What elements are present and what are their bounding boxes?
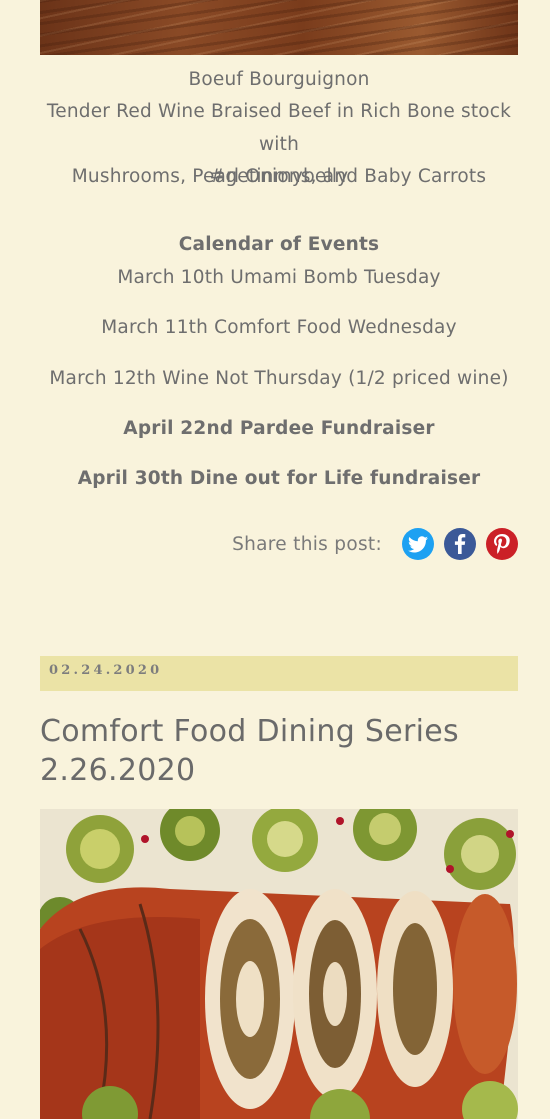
- share-twitter-button[interactable]: [402, 528, 434, 560]
- event-item: March 10th Umami Bomb Tuesday: [117, 267, 441, 288]
- share-facebook-button[interactable]: [444, 528, 476, 560]
- page: Boeuf Bourguignon Tender Red Wine Braise…: [0, 0, 550, 1119]
- event-item: March 12th Wine Not Thursday (1/2 priced…: [49, 368, 509, 389]
- twitter-icon: [408, 535, 428, 552]
- share-pinterest-button[interactable]: [486, 528, 518, 560]
- share-label: Share this post:: [232, 533, 382, 555]
- pinterest-icon: [494, 534, 510, 554]
- event-item: March 11th Comfort Food Wednesday: [101, 317, 457, 338]
- food-illustration: [40, 809, 518, 1119]
- dish-description-line: Tender Red Wine Braised Beef in Rich Bon…: [46, 101, 512, 155]
- share-row: Share this post:: [232, 527, 518, 561]
- post-title-line: 2.26.2020: [40, 753, 196, 788]
- event-item: April 22nd Pardee Fundraiser: [123, 418, 435, 439]
- post-date: 02.24.2020: [49, 663, 163, 678]
- event-item: April 30th Dine out for Life fundraiser: [77, 468, 481, 489]
- post-title-line: Comfort Food Dining Series: [40, 714, 459, 749]
- facebook-icon: [454, 534, 466, 554]
- post-date-bar: 02.24.2020: [40, 656, 518, 691]
- calendar-heading: Calendar of Events: [178, 234, 380, 255]
- hashtag: #getinmybelly: [209, 166, 349, 187]
- stuffed-pork-roast-photo: [40, 809, 518, 1119]
- dish-title: Boeuf Bourguignon: [188, 69, 370, 90]
- post-title[interactable]: Comfort Food Dining Series 2.26.2020: [40, 712, 518, 790]
- boeuf-bourguignon-photo: [40, 0, 518, 55]
